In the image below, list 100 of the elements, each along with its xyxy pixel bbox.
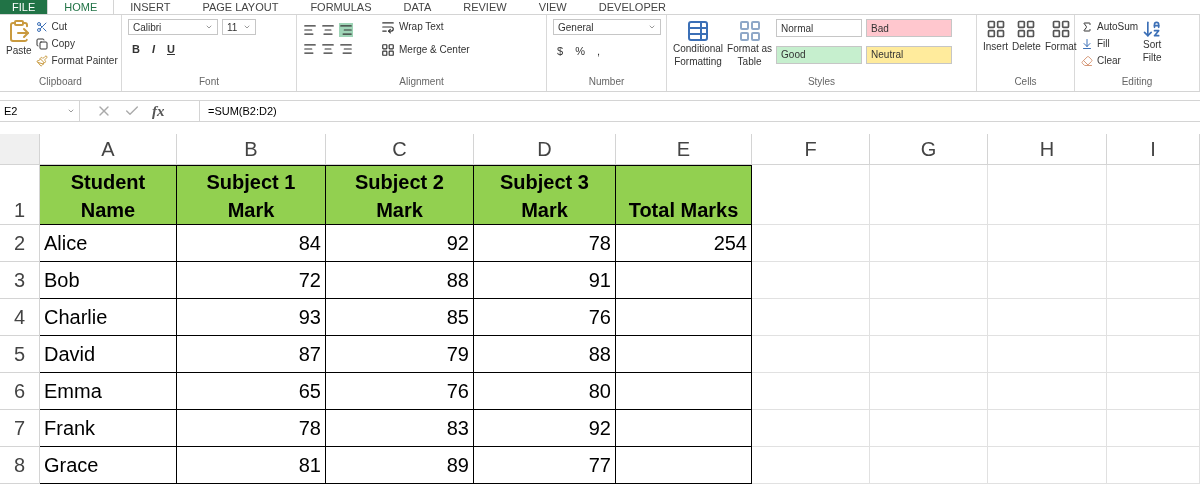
table-cell: 80 bbox=[474, 373, 616, 410]
scissors-icon bbox=[35, 20, 48, 33]
sigma-icon bbox=[1081, 20, 1093, 33]
ribbon-tab[interactable]: HOME bbox=[47, 0, 115, 14]
row-header[interactable]: 4 bbox=[0, 299, 40, 336]
header-cell: Subject 1 Mark bbox=[177, 165, 326, 225]
table-cell: 91 bbox=[474, 262, 616, 299]
table-cell: 88 bbox=[474, 336, 616, 373]
header-cell: Student Name bbox=[40, 165, 177, 225]
conditional-formatting-icon bbox=[686, 19, 710, 43]
grid-icon bbox=[1016, 19, 1037, 39]
format-table-button[interactable]: Format as Table bbox=[727, 19, 773, 68]
table-cell: 65 bbox=[177, 373, 326, 410]
ribbon-tab[interactable]: DEVELOPER bbox=[582, 0, 682, 14]
copy-button[interactable]: Copy bbox=[35, 36, 118, 51]
column-header[interactable]: G bbox=[870, 134, 988, 165]
row-header[interactable]: 2 bbox=[0, 225, 40, 262]
table-cell: 72 bbox=[177, 262, 326, 299]
header-cell: Subject 2 Mark bbox=[326, 165, 474, 225]
sort-filter-button[interactable]: Sort Filte bbox=[1142, 19, 1163, 68]
wrap-text-button[interactable]: Wrap Text bbox=[381, 19, 470, 34]
table-cell: Charlie bbox=[40, 299, 177, 336]
column-header[interactable]: I bbox=[1107, 134, 1200, 165]
align-right-icon[interactable] bbox=[339, 23, 353, 37]
row-header[interactable]: 6 bbox=[0, 373, 40, 410]
cell-style-swatch[interactable]: Good bbox=[776, 45, 863, 64]
file-tab[interactable]: FILE bbox=[0, 0, 48, 14]
cells-button[interactable]: Insert bbox=[983, 19, 1008, 54]
formula-input[interactable]: =SUM(B2:D2) bbox=[200, 102, 1200, 120]
cut-button[interactable]: Cut bbox=[35, 19, 118, 34]
paste-button[interactable]: Paste bbox=[6, 19, 32, 68]
button-label: Formatting bbox=[674, 55, 722, 68]
table-cell: 92 bbox=[326, 225, 474, 262]
row-header[interactable]: 5 bbox=[0, 336, 40, 373]
grid-icon bbox=[985, 19, 1006, 39]
row-header[interactable]: 7 bbox=[0, 410, 40, 447]
ribbon-tab[interactable]: PAGE LAYOUT bbox=[186, 0, 295, 14]
align-right-icon[interactable] bbox=[339, 42, 353, 56]
name-box[interactable]: E2 bbox=[0, 101, 80, 121]
currency-button[interactable]: $ bbox=[557, 43, 564, 60]
row-header[interactable]: 3 bbox=[0, 262, 40, 299]
insert-function-button[interactable]: fx bbox=[152, 99, 165, 123]
table-cell: 87 bbox=[177, 336, 326, 373]
table-cell: 93 bbox=[177, 299, 326, 336]
fill-button[interactable]: Fill bbox=[1081, 36, 1139, 51]
format-painter-button[interactable]: Format Painter bbox=[35, 53, 118, 68]
group-label: Clipboard bbox=[39, 75, 82, 89]
align-center-icon[interactable] bbox=[321, 42, 335, 56]
align-center-icon[interactable] bbox=[321, 23, 335, 37]
merge-center-button[interactable]: Merge & Center bbox=[381, 42, 470, 57]
cell-style-swatch[interactable]: Bad bbox=[866, 19, 953, 37]
number-format-dropdown[interactable]: General bbox=[553, 19, 661, 35]
italic-button[interactable]: I bbox=[151, 41, 155, 58]
button-label: Format as bbox=[727, 43, 773, 56]
table-cell: 81 bbox=[177, 447, 326, 484]
conditional-formatting-button[interactable]: Conditional Formatting bbox=[673, 19, 724, 68]
ribbon-tab[interactable]: REVIEW bbox=[447, 0, 523, 14]
align-left-icon[interactable] bbox=[303, 23, 317, 37]
cell-style-swatch[interactable]: Neutral bbox=[866, 45, 953, 64]
column-header[interactable]: A bbox=[40, 134, 177, 165]
dropdown-caret-icon bbox=[648, 23, 656, 31]
table-cell: 76 bbox=[474, 299, 616, 336]
column-header[interactable]: B bbox=[177, 134, 326, 165]
dropdown-caret-icon bbox=[243, 23, 251, 31]
column-header[interactable]: F bbox=[752, 134, 870, 165]
table-cell: David bbox=[40, 336, 177, 373]
cells-button[interactable]: Delete bbox=[1012, 19, 1041, 54]
table-cell: 79 bbox=[326, 336, 474, 373]
wrap-text-icon bbox=[381, 19, 395, 34]
comma-button[interactable]: , bbox=[596, 43, 600, 60]
cells-button[interactable]: Format bbox=[1044, 19, 1077, 54]
button-label: Table bbox=[737, 55, 762, 68]
column-header[interactable]: H bbox=[988, 134, 1107, 165]
align-left-icon[interactable] bbox=[303, 42, 317, 56]
font-name-dropdown[interactable]: Calibri bbox=[128, 19, 218, 35]
column-header[interactable]: C bbox=[326, 134, 474, 165]
underline-button[interactable]: U bbox=[167, 41, 175, 58]
column-header[interactable]: E bbox=[616, 134, 752, 165]
autosum-button[interactable]: AutoSum bbox=[1081, 19, 1139, 34]
table-cell: Bob bbox=[40, 262, 177, 299]
table-cell: 78 bbox=[474, 225, 616, 262]
cell-style-swatch[interactable]: Normal bbox=[776, 19, 863, 37]
table-cell: 85 bbox=[326, 299, 474, 336]
percent-button[interactable]: % bbox=[575, 43, 585, 60]
row-header[interactable]: 8 bbox=[0, 447, 40, 484]
dropdown-caret-icon bbox=[205, 23, 213, 31]
ribbon-tab[interactable]: DATA bbox=[387, 0, 448, 14]
column-header[interactable]: D bbox=[474, 134, 616, 165]
ribbon-tab[interactable]: INSERT bbox=[114, 0, 187, 14]
group-label: Cells bbox=[1014, 75, 1037, 89]
grid-icon bbox=[1050, 19, 1071, 39]
ribbon-tab[interactable]: VIEW bbox=[522, 0, 583, 14]
table-cell: 78 bbox=[177, 410, 326, 447]
font-size-dropdown[interactable]: 11 bbox=[222, 19, 256, 35]
bold-button[interactable]: B bbox=[132, 41, 140, 58]
table-cell: 92 bbox=[474, 410, 616, 447]
ribbon-tab[interactable]: FORMULAS bbox=[294, 0, 388, 14]
group-label: Editing bbox=[1121, 75, 1153, 89]
table-cell: 84 bbox=[177, 225, 326, 262]
clear-button[interactable]: Clear bbox=[1081, 53, 1139, 68]
